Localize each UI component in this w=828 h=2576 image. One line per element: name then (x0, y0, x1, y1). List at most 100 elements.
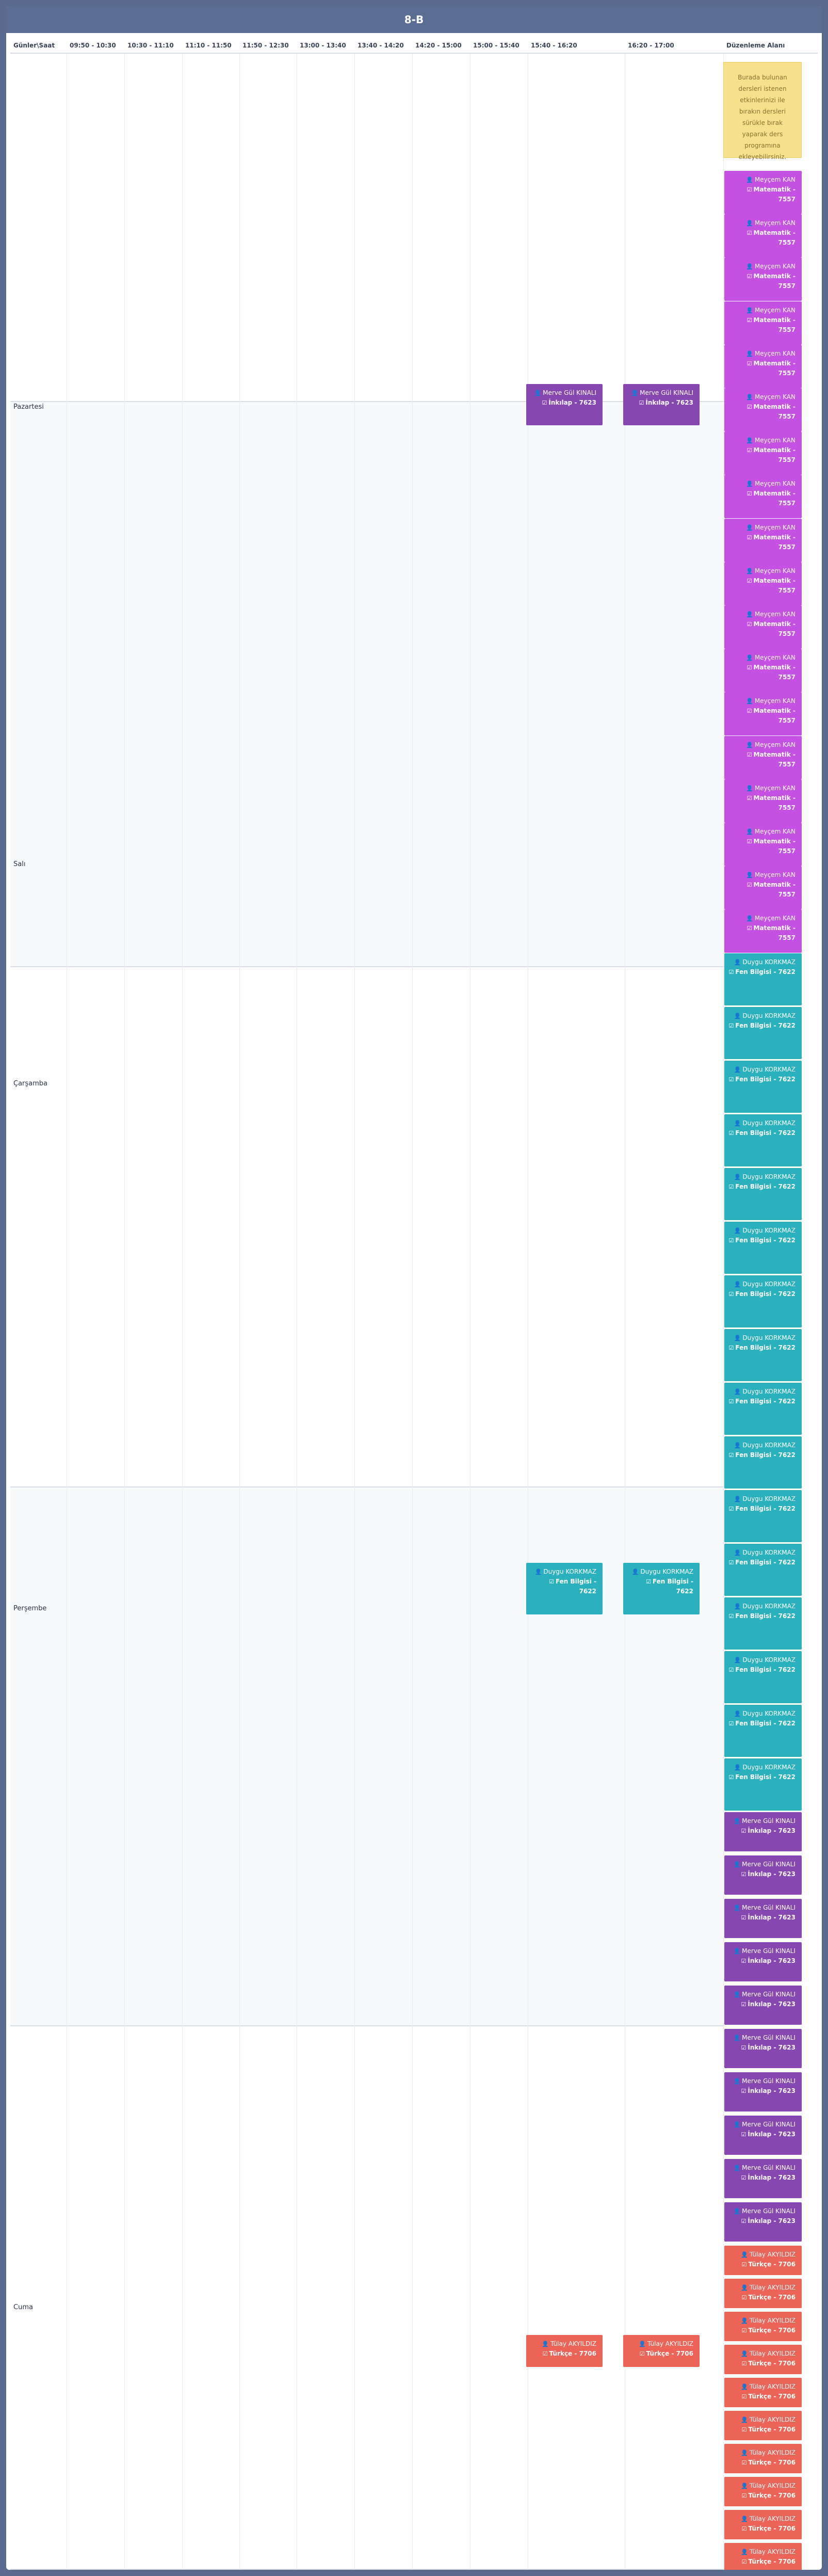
lesson-card[interactable]: 👤 Tülay AKYILDIZ ☑ Türkçe - 7706 (724, 2378, 802, 2407)
lesson-card[interactable]: 👤 Meyçem KAN ☑ Matematik - 7557 (724, 605, 802, 649)
check-square-icon: ☑ (639, 399, 644, 406)
lesson-card[interactable]: 👤 Duygu KORKMAZ ☑ Fen Bilgisi - 7622 (724, 1383, 802, 1435)
lesson-card[interactable]: 👤 Merve Gül KINALI ☑ İnkılap - 7623 (724, 2159, 802, 2198)
teacher-name: 👤 Duygu KORKMAZ (728, 1763, 795, 1772)
lesson-name-text: Türkçe - 7706 (748, 2492, 795, 2499)
lesson-card[interactable]: 👤 Duygu KORKMAZ ☑ Fen Bilgisi - 7622 (724, 1007, 802, 1059)
lesson-card[interactable]: 👤 Duygu KORKMAZ ☑ Fen Bilgisi - 7622 (526, 1563, 603, 1614)
lesson-card[interactable]: 👤 Meyçem KAN ☑ Matematik - 7557 (724, 301, 802, 345)
lesson-card[interactable]: 👤 Meyçem KAN ☑ Matematik - 7557 (724, 519, 802, 562)
teacher-name: 👤 Duygu KORKMAZ (728, 1279, 795, 1289)
check-square-icon: ☑ (741, 2426, 747, 2433)
lesson-card[interactable]: 👤 Merve Gül KINALI ☑ İnkılap - 7623 (724, 2072, 802, 2111)
lesson-card[interactable]: 👤 Meyçem KAN ☑ Matematik - 7557 (724, 823, 802, 866)
lesson-card[interactable]: 👤 Merve Gül KINALI ☑ İnkılap - 7623 (724, 1855, 802, 1895)
teacher-name: 👤 Duygu KORKMAZ (728, 1602, 795, 1611)
lesson-card[interactable]: 👤 Merve Gül KINALI ☑ İnkılap - 7623 (724, 1986, 802, 2025)
lesson-card[interactable]: 👤 Duygu KORKMAZ ☑ Fen Bilgisi - 7622 (724, 1168, 802, 1220)
lesson-card[interactable]: 👤 Meyçem KAN ☑ Matematik - 7557 (724, 779, 802, 823)
user-icon: 👤 (734, 1657, 741, 1663)
user-icon: 👤 (746, 394, 753, 401)
lesson-card[interactable]: 👤 Duygu KORKMAZ ☑ Fen Bilgisi - 7622 (724, 1061, 802, 1113)
teacher-name-text: Tülay AKYILDIZ (749, 2548, 795, 2555)
lesson-card[interactable]: 👤 Duygu KORKMAZ ☑ Fen Bilgisi - 7622 (724, 1329, 802, 1381)
lesson-card[interactable]: 👤 Duygu KORKMAZ ☑ Fen Bilgisi - 7622 (724, 1597, 802, 1650)
lesson-card[interactable]: 👤 Merve Gül KINALI ☑ İnkılap - 7623 (724, 1812, 802, 1851)
column-divider (239, 54, 240, 2570)
lesson-card[interactable]: 👤 Tülay AKYILDIZ ☑ Türkçe - 7706 (724, 2510, 802, 2539)
check-square-icon: ☑ (746, 664, 752, 671)
lesson-card[interactable]: 👤 Meyçem KAN ☑ Matematik - 7557 (724, 214, 802, 258)
check-square-icon: ☑ (741, 2261, 747, 2268)
lesson-card[interactable]: 👤 Duygu KORKMAZ ☑ Fen Bilgisi - 7622 (724, 953, 802, 1005)
lesson-card[interactable]: 👤 Duygu KORKMAZ ☑ Fen Bilgisi - 7622 (724, 1436, 802, 1489)
lesson-card[interactable]: 👤 Meyçem KAN ☑ Matematik - 7557 (724, 388, 802, 431)
lesson-card[interactable]: 👤 Duygu KORKMAZ ☑ Fen Bilgisi - 7622 (724, 1490, 802, 1542)
lesson-card[interactable]: 👤 Duygu KORKMAZ ☑ Fen Bilgisi - 7622 (724, 1758, 802, 1811)
lesson-card[interactable]: 👤 Meyçem KAN ☑ Matematik - 7557 (724, 649, 802, 692)
teacher-name-text: Tülay AKYILDIZ (749, 2416, 795, 2423)
user-icon: 👤 (734, 1066, 741, 1073)
teacher-name: 👤 Meyçem KAN (728, 523, 795, 533)
lesson-card[interactable]: 👤 Meyçem KAN ☑ Matematik - 7557 (724, 475, 802, 518)
lesson-card[interactable]: 👤 Duygu KORKMAZ ☑ Fen Bilgisi - 7622 (623, 1563, 700, 1614)
lesson-card[interactable]: 👤 Tülay AKYILDIZ ☑ Türkçe - 7706 (526, 2335, 603, 2367)
lesson-card[interactable]: 👤 Tülay AKYILDIZ ☑ Türkçe - 7706 (724, 2279, 802, 2308)
lesson-card[interactable]: 👤 Tülay AKYILDIZ ☑ Türkçe - 7706 (724, 2345, 802, 2374)
lesson-card[interactable]: 👤 Tülay AKYILDIZ ☑ Türkçe - 7706 (724, 2246, 802, 2275)
lesson-card[interactable]: 👤 Duygu KORKMAZ ☑ Fen Bilgisi - 7622 (724, 1705, 802, 1757)
hint-line: Burada bulunan (738, 74, 787, 81)
lesson-card[interactable]: 👤 Merve Gül KINALI ☑ İnkılap - 7623 (724, 1899, 802, 1938)
lesson-card[interactable]: 👤 Meyçem KAN ☑ Matematik - 7557 (724, 431, 802, 475)
lesson-card[interactable]: 👤 Meyçem KAN ☑ Matematik - 7557 (724, 866, 802, 909)
user-icon: 👤 (734, 1496, 741, 1502)
day-row (10, 54, 724, 402)
lesson-card[interactable]: 👤 Meyçem KAN ☑ Matematik - 7557 (724, 562, 802, 605)
user-icon: 👤 (746, 785, 753, 792)
lesson-name: ☑ Matematik - 7557 (728, 185, 795, 204)
teacher-name: 👤 Tülay AKYILDIZ (627, 2339, 693, 2349)
lesson-card[interactable]: 👤 Meyçem KAN ☑ Matematik - 7557 (724, 258, 802, 301)
lesson-card[interactable]: 👤 Duygu KORKMAZ ☑ Fen Bilgisi - 7622 (724, 1222, 802, 1274)
user-icon: 👤 (734, 1549, 741, 1556)
lesson-card[interactable]: 👤 Meyçem KAN ☑ Matematik - 7557 (724, 692, 802, 735)
lesson-card[interactable]: 👤 Duygu KORKMAZ ☑ Fen Bilgisi - 7622 (724, 1651, 802, 1703)
check-square-icon: ☑ (741, 2294, 747, 2301)
lesson-card[interactable]: 👤 Merve Gül KINALI ☑ İnkılap - 7623 (623, 384, 700, 425)
lesson-card[interactable]: 👤 Duygu KORKMAZ ☑ Fen Bilgisi - 7622 (724, 1544, 802, 1596)
teacher-name-text: Tülay AKYILDIZ (749, 2482, 795, 2489)
lesson-name: ☑ Fen Bilgisi - 7622 (728, 1611, 795, 1621)
lesson-card[interactable]: 👤 Tülay AKYILDIZ ☑ Türkçe - 7706 (724, 2543, 802, 2570)
lesson-card[interactable]: 👤 Merve Gül KINALI ☑ İnkılap - 7623 (724, 2029, 802, 2068)
lesson-card[interactable]: 👤 Tülay AKYILDIZ ☑ Türkçe - 7706 (724, 2444, 802, 2473)
lesson-name: ☑ Türkçe - 7706 (728, 2557, 795, 2567)
lesson-card[interactable]: 👤 Merve Gül KINALI ☑ İnkılap - 7623 (724, 1942, 802, 1981)
user-icon: 👤 (733, 2121, 741, 2128)
lesson-name-text: Matematik - 7557 (753, 490, 795, 507)
lesson-card[interactable]: 👤 Meyçem KAN ☑ Matematik - 7557 (724, 909, 802, 953)
lesson-card[interactable]: 👤 Tülay AKYILDIZ ☑ Türkçe - 7706 (724, 2477, 802, 2506)
lesson-card[interactable]: 👤 Tülay AKYILDIZ ☑ Türkçe - 7706 (724, 2312, 802, 2341)
teacher-name: 👤 Merve Gül KINALI (728, 1946, 795, 1956)
day-row (10, 967, 724, 1487)
lesson-card[interactable]: 👤 Merve Gül KINALI ☑ İnkılap - 7623 (724, 2116, 802, 2155)
lesson-name-text: Matematik - 7557 (753, 360, 795, 377)
lesson-card[interactable]: 👤 Meyçem KAN ☑ Matematik - 7557 (724, 171, 802, 214)
teacher-name-text: Meyçem KAN (754, 219, 795, 227)
lesson-card[interactable]: 👤 Duygu KORKMAZ ☑ Fen Bilgisi - 7622 (724, 1114, 802, 1166)
lesson-card[interactable]: 👤 Meyçem KAN ☑ Matematik - 7557 (724, 345, 802, 388)
lesson-card[interactable]: 👤 Tülay AKYILDIZ ☑ Türkçe - 7706 (623, 2335, 700, 2367)
lesson-name-text: Fen Bilgisi - 7622 (735, 1612, 795, 1620)
check-square-icon: ☑ (741, 1914, 746, 1921)
lesson-card[interactable]: 👤 Tülay AKYILDIZ ☑ Türkçe - 7706 (724, 2411, 802, 2440)
check-square-icon: ☑ (741, 2131, 746, 2138)
teacher-name: 👤 Tülay AKYILDIZ (728, 2547, 795, 2557)
lesson-card[interactable]: 👤 Meyçem KAN ☑ Matematik - 7557 (724, 736, 802, 779)
teacher-name-text: Merve Gül KINALI (742, 1991, 795, 1998)
lesson-card[interactable]: 👤 Duygu KORKMAZ ☑ Fen Bilgisi - 7622 (724, 1275, 802, 1327)
lesson-card[interactable]: 👤 Merve Gül KINALI ☑ İnkılap - 7623 (724, 2202, 802, 2242)
lesson-card[interactable]: 👤 Merve Gül KINALI ☑ İnkılap - 7623 (526, 384, 603, 425)
user-icon: 👤 (734, 959, 741, 966)
lesson-name: ☑ İnkılap - 7623 (530, 398, 596, 408)
lesson-name: ☑ Türkçe - 7706 (728, 2458, 795, 2468)
